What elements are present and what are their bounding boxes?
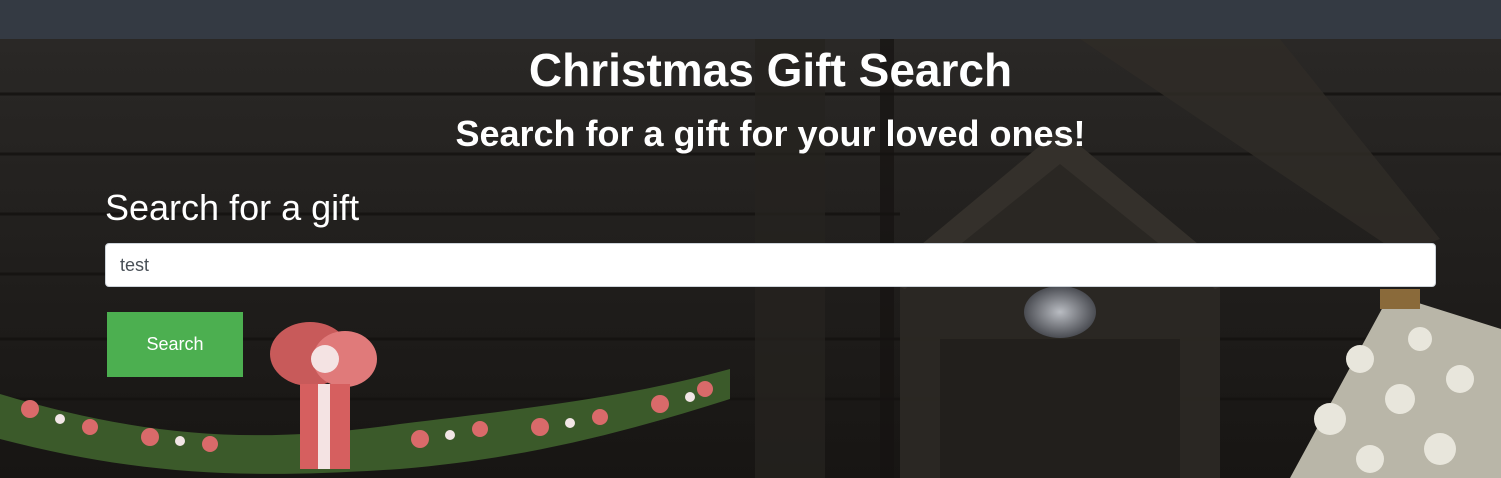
search-label: Search for a gift xyxy=(105,187,360,228)
search-button[interactable]: Search xyxy=(107,312,243,377)
page-title: Christmas Gift Search xyxy=(528,44,1013,96)
top-navbar xyxy=(0,0,1501,39)
hero-section: Christmas Gift Search Search for a gift … xyxy=(0,39,1501,478)
search-input[interactable] xyxy=(105,243,1436,287)
page-subtitle: Search for a gift for your loved ones! xyxy=(455,113,1086,154)
